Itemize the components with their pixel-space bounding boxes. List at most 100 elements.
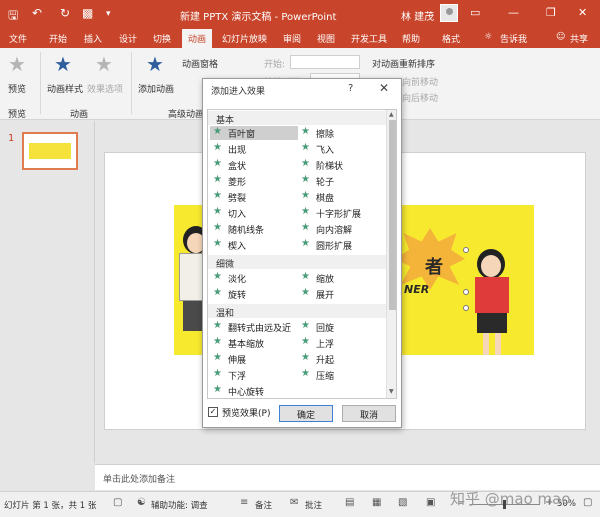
effect-basic-zoom[interactable]: 基本缩放: [210, 336, 267, 350]
normal-view-icon[interactable]: ▤: [345, 497, 354, 508]
avatar[interactable]: [440, 4, 458, 22]
spelling-icon[interactable]: ▢: [113, 497, 122, 508]
reading-view-icon[interactable]: ▧: [398, 497, 407, 508]
notes-icon[interactable]: ≡: [240, 497, 248, 508]
effect-peek-in[interactable]: 切入: [210, 206, 249, 220]
add-animation-star-icon[interactable]: ★: [146, 54, 164, 74]
effect-expand[interactable]: 展开: [298, 287, 337, 301]
tab-format[interactable]: 格式: [442, 32, 460, 45]
effect-rise-up[interactable]: 升起: [298, 352, 337, 366]
scroll-down-icon[interactable]: ▼: [389, 388, 394, 395]
tab-animations[interactable]: 动画: [182, 29, 213, 48]
fit-slide-icon[interactable]: ▢: [583, 497, 592, 508]
effect-random-bars[interactable]: 随机线条: [210, 222, 267, 236]
present-icon[interactable]: ▩: [82, 6, 93, 20]
tab-file[interactable]: 文件: [9, 32, 27, 45]
slideshow-icon[interactable]: ▣: [426, 497, 435, 508]
ribbon-display-options-icon[interactable]: ▭: [470, 6, 480, 19]
effect-center-revolve[interactable]: 中心旋转: [210, 384, 267, 398]
tab-transitions[interactable]: 切换: [153, 32, 171, 45]
accessibility-status[interactable]: 辅助功能: 调查: [151, 499, 208, 511]
slide-thumbnail[interactable]: [22, 132, 78, 170]
effect-float-up[interactable]: 上浮: [298, 336, 337, 350]
notes-placeholder[interactable]: 单击此处添加备注: [103, 472, 175, 485]
tab-design[interactable]: 设计: [119, 32, 137, 45]
tab-developer[interactable]: 开发工具: [351, 32, 387, 45]
tab-help[interactable]: 帮助: [402, 32, 420, 45]
scroll-up-icon[interactable]: ▲: [389, 111, 394, 118]
move-later-button[interactable]: 向后移动: [402, 91, 438, 104]
dialog-close-icon[interactable]: ✕: [379, 81, 389, 95]
tab-review[interactable]: 审阅: [283, 32, 301, 45]
effect-blinds[interactable]: 百叶窗: [210, 126, 298, 140]
effect-wipe[interactable]: 擦除: [298, 126, 337, 140]
lightbulb-icon[interactable]: ☼: [484, 32, 492, 42]
help-icon[interactable]: ?: [348, 83, 353, 94]
selection-handle[interactable]: [463, 247, 469, 253]
customize-icon[interactable]: ▾: [106, 9, 111, 19]
cancel-button[interactable]: 取消: [342, 405, 396, 422]
effect-plus[interactable]: 十字形扩展: [298, 206, 364, 220]
effect-checkerboard[interactable]: 棋盘: [298, 190, 337, 204]
effect-wheel[interactable]: 轮子: [298, 174, 337, 188]
effect-zoom[interactable]: 缩放: [298, 271, 337, 285]
scrollbar-thumb[interactable]: [389, 120, 396, 310]
tab-home[interactable]: 开始: [49, 32, 67, 45]
repeat-icon[interactable]: ↻: [60, 6, 70, 20]
effect-appear[interactable]: 出现: [210, 142, 249, 156]
selection-handle[interactable]: [463, 289, 469, 295]
tab-view[interactable]: 视图: [317, 32, 335, 45]
effect-float-down[interactable]: 下浮: [210, 368, 249, 382]
slide-sorter-icon[interactable]: ▦: [372, 497, 381, 508]
close-button[interactable]: ✕: [578, 6, 587, 19]
minimize-button[interactable]: —: [508, 6, 519, 19]
advanced-animation-group-label: 高级动画: [168, 110, 205, 120]
restore-button[interactable]: ❐: [546, 6, 556, 19]
ok-button[interactable]: 确定: [279, 405, 333, 422]
slide-count: 幻灯片 第 1 张，共 1 张: [4, 501, 97, 511]
preview-effect-checkbox[interactable]: ✓: [208, 407, 218, 417]
effect-list-scrollbar[interactable]: ▲ ▼: [386, 110, 396, 398]
effect-diamond[interactable]: 菱形: [210, 174, 249, 188]
preview-button[interactable]: 预览: [8, 82, 26, 95]
animation-pane-button[interactable]: 动画窗格: [182, 57, 218, 70]
user-name[interactable]: 林 建茂: [401, 8, 434, 23]
animation-styles-star-icon[interactable]: ★: [54, 54, 72, 74]
add-animation-button[interactable]: 添加动画: [138, 82, 174, 95]
comments-icon[interactable]: ✉: [290, 497, 298, 508]
comments-button[interactable]: 批注: [305, 499, 322, 511]
ribbon-tabs: 文件 开始 插入 设计 切换 动画 幻灯片放映 审阅 视图 开发工具 帮助 格式…: [0, 28, 600, 48]
effect-options-star-icon[interactable]: ★: [95, 54, 113, 74]
effect-options-button[interactable]: 效果选项: [87, 82, 123, 95]
selection-handle[interactable]: [463, 305, 469, 311]
preview-star-icon[interactable]: ★: [8, 54, 26, 74]
effect-box[interactable]: 盒状: [210, 158, 249, 172]
animation-styles-button[interactable]: 动画样式: [47, 82, 83, 95]
tell-me[interactable]: 告诉我: [500, 32, 527, 45]
effect-circle[interactable]: 圆形扩展: [298, 238, 355, 252]
share-icon[interactable]: ☺: [556, 32, 565, 42]
share-button[interactable]: 共享: [570, 32, 588, 45]
effect-boomerang[interactable]: 回旋: [298, 320, 337, 334]
effect-dissolve-in[interactable]: 向内溶解: [298, 222, 355, 236]
effect-strips[interactable]: 阶梯状: [298, 158, 346, 172]
preview-effect-label[interactable]: 预览效果(P): [222, 406, 270, 419]
save-icon[interactable]: 🖫: [8, 6, 18, 27]
start-dropdown[interactable]: [290, 55, 360, 69]
effect-list[interactable]: 基本 百叶窗 出现 盒状 菱形 劈裂 切入 随机线条 楔入 擦除 飞入 阶梯状 …: [207, 109, 397, 399]
notes-button[interactable]: 备注: [255, 499, 272, 511]
tab-insert[interactable]: 插入: [84, 32, 102, 45]
tab-slideshow[interactable]: 幻灯片放映: [222, 32, 267, 45]
effect-split[interactable]: 劈裂: [210, 190, 249, 204]
undo-icon[interactable]: ↶: [32, 6, 42, 20]
move-earlier-button[interactable]: 向前移动: [402, 75, 438, 88]
accessibility-icon[interactable]: ☯: [137, 497, 146, 508]
notes-pane[interactable]: 单击此处添加备注: [95, 464, 600, 490]
effect-compress[interactable]: 压缩: [298, 368, 337, 382]
effect-swivel[interactable]: 旋转: [210, 287, 249, 301]
effect-wedge[interactable]: 楔入: [210, 238, 249, 252]
effect-stretch[interactable]: 伸展: [210, 352, 249, 366]
effect-fade[interactable]: 淡化: [210, 271, 249, 285]
effect-float-in-far[interactable]: 翻转式由远及近: [210, 320, 294, 334]
effect-fly-in[interactable]: 飞入: [298, 142, 337, 156]
